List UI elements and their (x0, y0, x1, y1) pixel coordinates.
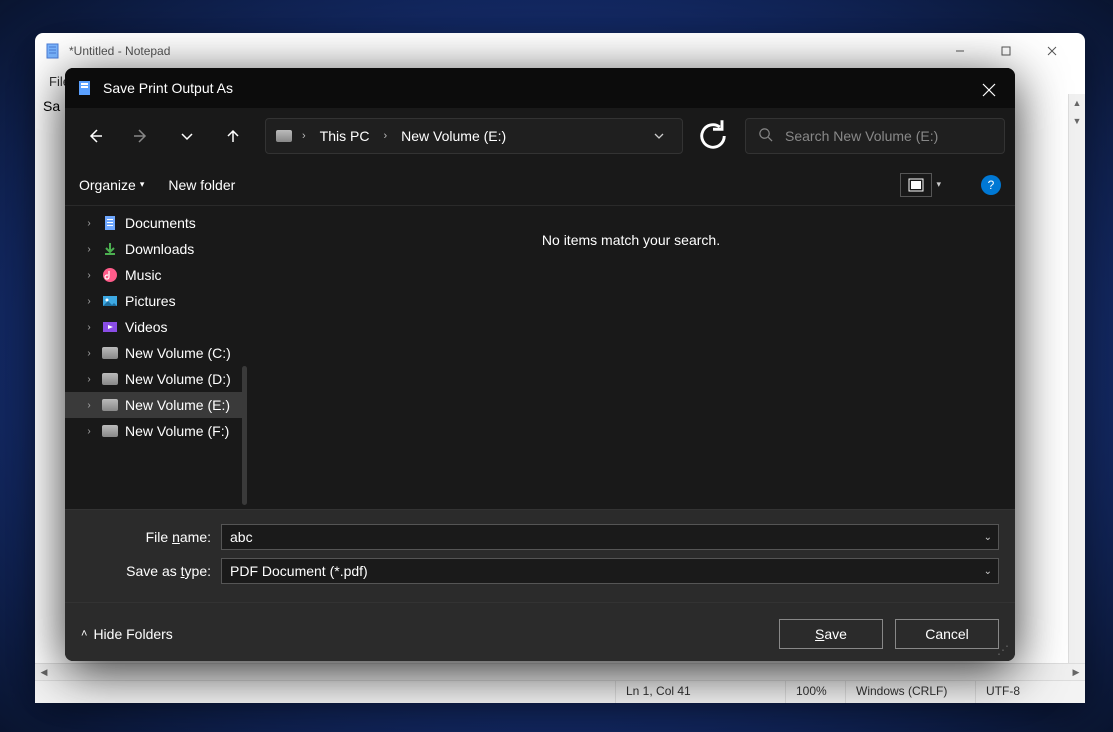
expand-icon[interactable]: › (83, 218, 95, 229)
file-list-area: No items match your search. (247, 206, 1015, 509)
address-bar[interactable]: › This PC › New Volume (E:) (265, 118, 683, 154)
tree-item-new-volume-f-[interactable]: › New Volume (F:) (65, 418, 247, 444)
chevron-right-icon: › (298, 130, 310, 142)
file-name-label: File name: (81, 529, 211, 545)
scroll-right-icon[interactable]: ▶ (1067, 664, 1085, 680)
tree-item-new-volume-d-[interactable]: › New Volume (D:) (65, 366, 247, 392)
close-button[interactable] (1029, 36, 1075, 66)
expand-icon[interactable]: › (83, 348, 95, 359)
expand-icon[interactable]: › (83, 374, 95, 385)
folder-tree[interactable]: › Documents › Downloads › Music › Pictures › Vide… (65, 206, 247, 509)
breadcrumb-this-pc[interactable]: This PC (316, 126, 374, 146)
organize-button[interactable]: Organize ▾ (79, 177, 144, 193)
expand-icon[interactable]: › (83, 322, 95, 333)
status-line-ending: Windows (CRLF) (845, 681, 975, 703)
tree-item-pictures[interactable]: › Pictures (65, 288, 247, 314)
drive-icon (276, 128, 292, 144)
pictures-icon (102, 293, 118, 309)
scroll-up-icon[interactable]: ▲ (1069, 94, 1085, 112)
tree-item-label: New Volume (F:) (125, 423, 229, 439)
address-dropdown[interactable] (646, 130, 672, 142)
notepad-icon (45, 43, 61, 59)
tree-item-label: Downloads (125, 241, 194, 257)
drive-icon (102, 423, 118, 439)
tree-item-label: New Volume (C:) (125, 345, 231, 361)
maximize-button[interactable] (983, 36, 1029, 66)
dialog-title: Save Print Output As (103, 80, 233, 96)
videos-icon (102, 319, 118, 335)
expand-icon[interactable]: › (83, 270, 95, 281)
breadcrumb-drive[interactable]: New Volume (E:) (397, 126, 510, 146)
save-type-select[interactable]: PDF Document (*.pdf) ⌄ (221, 558, 999, 584)
minimize-button[interactable] (937, 36, 983, 66)
new-folder-button[interactable]: New folder (168, 177, 235, 193)
dialog-fields: File name: abc ⌄ Save as type: PDF Docum… (65, 509, 1015, 602)
expand-icon[interactable]: › (83, 426, 95, 437)
refresh-button[interactable] (695, 118, 731, 154)
status-position: Ln 1, Col 41 (615, 681, 785, 703)
nav-up-button[interactable] (213, 116, 253, 156)
dialog-icon (77, 80, 93, 96)
resize-grip[interactable]: ⋰ (997, 643, 1011, 657)
tree-item-new-volume-e-[interactable]: › New Volume (E:) (65, 392, 247, 418)
tree-item-label: New Volume (E:) (125, 397, 230, 413)
scroll-left-icon[interactable]: ◀ (35, 664, 53, 680)
dialog-close-button[interactable] (971, 76, 1007, 104)
dialog-titlebar: Save Print Output As (65, 68, 1015, 108)
tree-item-music[interactable]: › Music (65, 262, 247, 288)
chevron-up-icon: ˄ (81, 628, 87, 640)
tree-item-label: Pictures (125, 293, 176, 309)
search-placeholder: Search New Volume (E:) (785, 128, 938, 144)
tree-item-label: Documents (125, 215, 196, 231)
document-icon (102, 215, 118, 231)
drive-icon (102, 371, 118, 387)
dialog-toolbar: Organize ▾ New folder ▾ ? (65, 164, 1015, 206)
vertical-scrollbar[interactable]: ▲ ▼ (1068, 94, 1085, 663)
save-button[interactable]: Save (779, 619, 883, 649)
scroll-down-icon[interactable]: ▼ (1069, 112, 1085, 130)
file-name-input[interactable]: abc ⌄ (221, 524, 999, 550)
expand-icon[interactable]: › (83, 244, 95, 255)
tree-item-label: Music (125, 267, 162, 283)
notepad-titlebar: *Untitled - Notepad (35, 33, 1085, 68)
chevron-down-icon[interactable]: ▾ (936, 179, 941, 190)
dialog-footer: ˄ Hide Folders Save Cancel (65, 602, 1015, 661)
save-type-label: Save as type: (81, 563, 211, 579)
expand-icon[interactable]: › (83, 400, 95, 411)
hide-folders-button[interactable]: ˄ Hide Folders (81, 626, 173, 642)
tree-item-label: Videos (125, 319, 168, 335)
sidebar-scrollbar[interactable] (242, 366, 247, 505)
save-dialog: Save Print Output As › This PC › New Vol… (65, 68, 1015, 661)
nav-recent-button[interactable] (167, 116, 207, 156)
tree-item-new-volume-c-[interactable]: › New Volume (C:) (65, 340, 247, 366)
tree-item-videos[interactable]: › Videos (65, 314, 247, 340)
empty-message: No items match your search. (542, 232, 720, 248)
notepad-title: *Untitled - Notepad (69, 44, 170, 58)
help-button[interactable]: ? (981, 175, 1001, 195)
status-zoom: 100% (785, 681, 845, 703)
search-icon (758, 127, 773, 145)
chevron-down-icon[interactable]: ⌄ (984, 566, 992, 577)
expand-icon[interactable]: › (83, 296, 95, 307)
search-input[interactable]: Search New Volume (E:) (745, 118, 1005, 154)
chevron-down-icon: ▾ (140, 179, 145, 190)
nav-back-button[interactable] (75, 116, 115, 156)
horizontal-scrollbar[interactable]: ◀ ▶ (35, 663, 1085, 680)
view-button[interactable] (900, 173, 932, 197)
download-icon (102, 241, 118, 257)
tree-item-downloads[interactable]: › Downloads (65, 236, 247, 262)
drive-icon (102, 345, 118, 361)
tree-item-documents[interactable]: › Documents (65, 210, 247, 236)
chevron-right-icon: › (379, 130, 391, 142)
dialog-nav: › This PC › New Volume (E:) Search New V… (65, 108, 1015, 164)
nav-forward-button[interactable] (121, 116, 161, 156)
status-encoding: UTF-8 (975, 681, 1085, 703)
music-icon (102, 267, 118, 283)
drive-icon (102, 397, 118, 413)
tree-item-label: New Volume (D:) (125, 371, 231, 387)
notepad-statusbar: Ln 1, Col 41 100% Windows (CRLF) UTF-8 (35, 680, 1085, 703)
notepad-text: Sa (43, 98, 60, 114)
cancel-button[interactable]: Cancel (895, 619, 999, 649)
chevron-down-icon[interactable]: ⌄ (984, 532, 992, 543)
